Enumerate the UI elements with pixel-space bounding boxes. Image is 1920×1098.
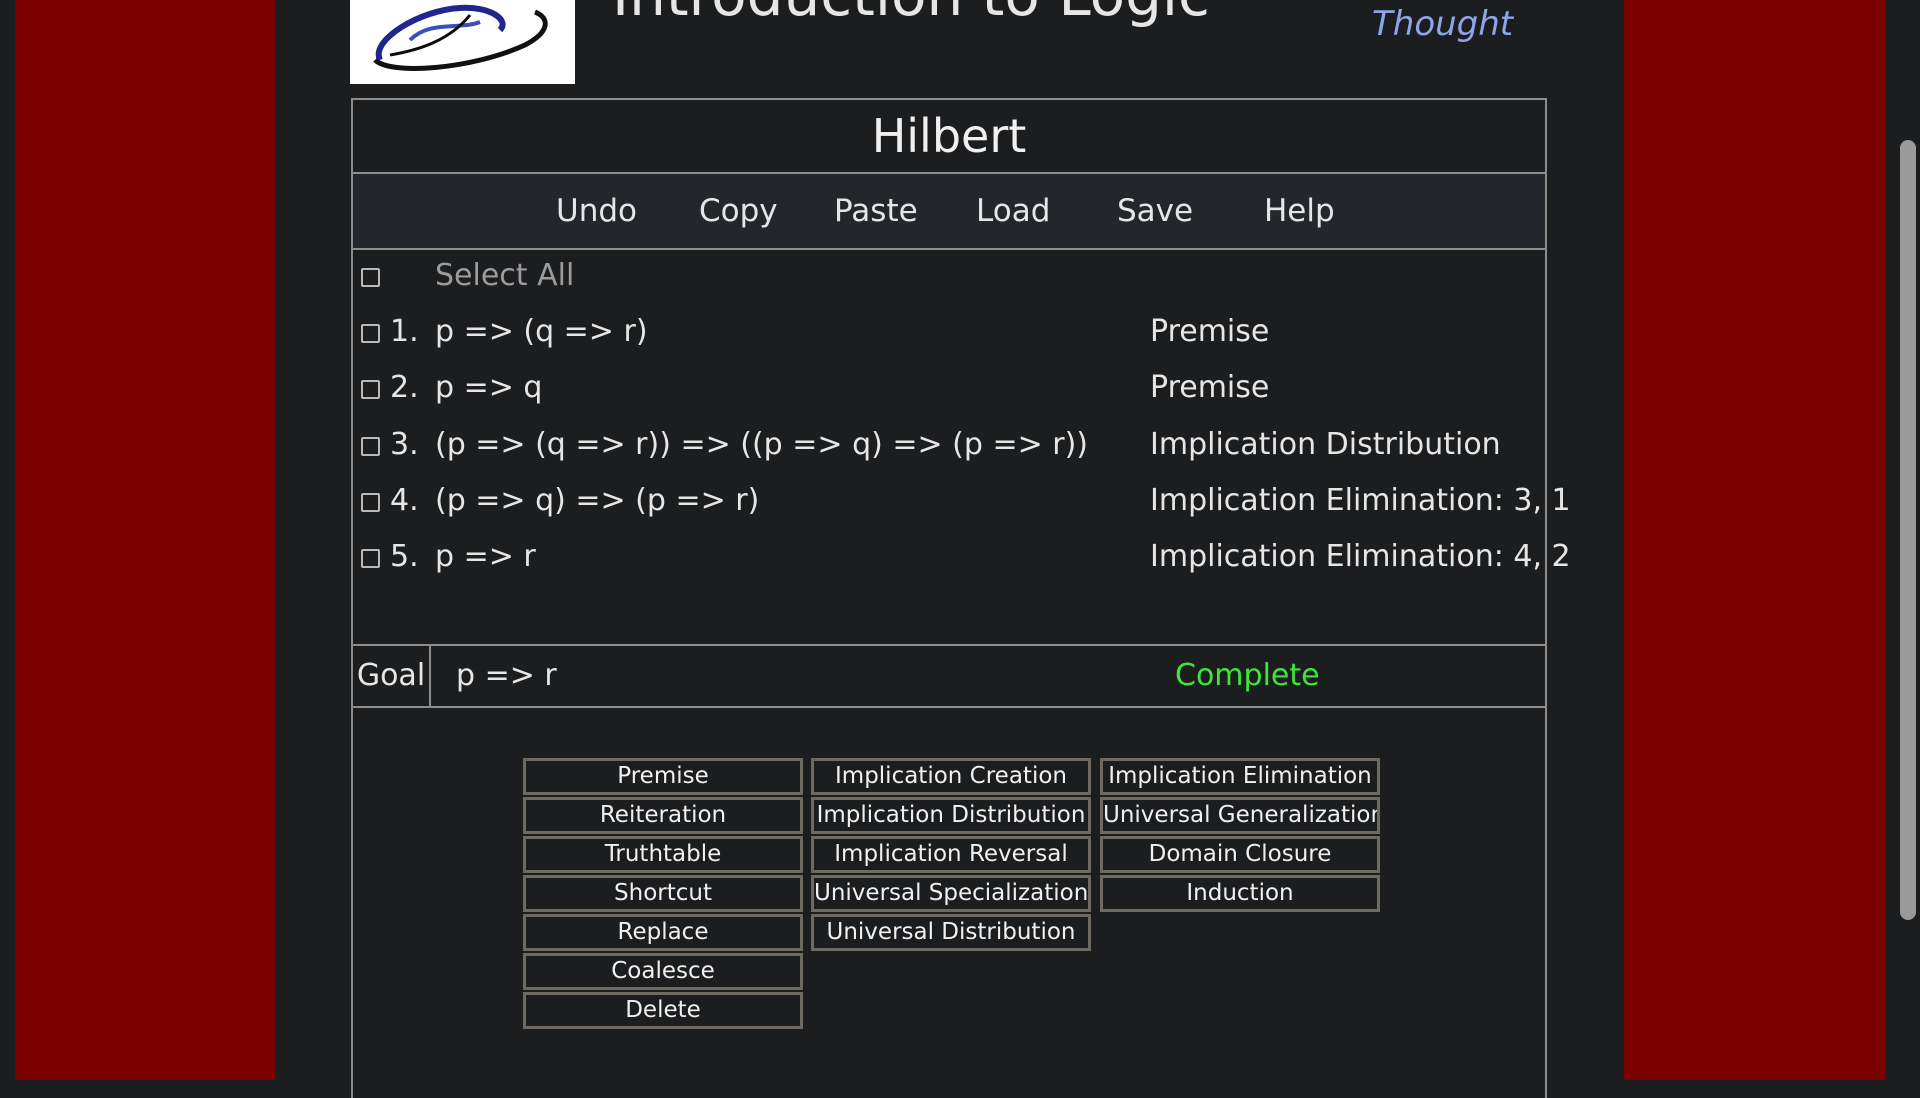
universal-specialization-button[interactable]: Universal Specialization	[811, 875, 1091, 912]
copy-button[interactable]: Copy	[699, 174, 778, 248]
row-number: 4.	[390, 483, 419, 518]
site-tagline: Thought	[1372, 4, 1514, 44]
induction-button[interactable]: Induction	[1100, 875, 1380, 912]
implication-distribution-button[interactable]: Implication Distribution	[811, 797, 1091, 834]
universal-generalization-button[interactable]: Universal Generalization	[1100, 797, 1380, 834]
row-formula: p => (q => r)	[435, 314, 648, 349]
paste-button[interactable]: Paste	[834, 174, 918, 248]
swirl-logo-icon	[373, 4, 548, 71]
row-checkbox[interactable]	[361, 549, 380, 568]
row-checkbox[interactable]	[361, 324, 380, 343]
row-justification: Implication Elimination: 3, 1	[1150, 483, 1571, 518]
site-title: Introduction to Logic	[612, 0, 1210, 24]
right-side-band	[1624, 0, 1885, 1080]
goal-label: Goal	[353, 646, 431, 706]
logo[interactable]	[350, 0, 575, 84]
coalesce-button[interactable]: Coalesce	[523, 953, 803, 990]
panel-title: Hilbert	[353, 100, 1545, 174]
row-number: 2.	[390, 370, 419, 405]
select-all-label[interactable]: Select All	[435, 258, 574, 293]
shortcut-button[interactable]: Shortcut	[523, 875, 803, 912]
select-all-checkbox[interactable]	[361, 268, 380, 287]
row-justification: Implication Distribution	[1150, 427, 1501, 462]
row-checkbox[interactable]	[361, 437, 380, 456]
implication-creation-button[interactable]: Implication Creation	[811, 758, 1091, 795]
left-side-band	[15, 0, 275, 1080]
row-formula: p => r	[435, 539, 536, 574]
save-button[interactable]: Save	[1117, 174, 1193, 248]
reiteration-button[interactable]: Reiteration	[523, 797, 803, 834]
proof-area: Select All 1. p => (q => r) Premise 2. p…	[353, 250, 1571, 646]
scrollbar-thumb[interactable]	[1900, 140, 1916, 920]
help-button[interactable]: Help	[1264, 174, 1335, 248]
row-number: 5.	[390, 539, 419, 574]
row-checkbox[interactable]	[361, 493, 380, 512]
universal-distribution-button[interactable]: Universal Distribution	[811, 914, 1091, 951]
hilbert-panel: Hilbert Undo Copy Paste Load Save Help S…	[351, 98, 1571, 1098]
toolbar: Undo Copy Paste Load Save Help	[353, 174, 1545, 250]
row-formula: (p => q) => (p => r)	[435, 483, 760, 518]
row-number: 1.	[390, 314, 419, 349]
load-button[interactable]: Load	[976, 174, 1050, 248]
implication-reversal-button[interactable]: Implication Reversal	[811, 836, 1091, 873]
row-number: 3.	[390, 427, 419, 462]
delete-button[interactable]: Delete	[523, 992, 803, 1029]
row-justification: Implication Elimination: 4, 2	[1150, 539, 1571, 574]
row-checkbox[interactable]	[361, 380, 380, 399]
row-justification: Premise	[1150, 314, 1270, 349]
implication-elimination-button[interactable]: Implication Elimination	[1100, 758, 1380, 795]
rule-buttons: Premise Reiteration Truthtable Shortcut …	[353, 708, 1545, 1068]
premise-button[interactable]: Premise	[523, 758, 803, 795]
row-formula: (p => (q => r)) => ((p => q) => (p => r)…	[435, 427, 1088, 462]
goal-status: Complete	[1175, 658, 1320, 693]
row-justification: Premise	[1150, 370, 1270, 405]
row-formula: p => q	[435, 370, 543, 405]
replace-button[interactable]: Replace	[523, 914, 803, 951]
undo-button[interactable]: Undo	[556, 174, 637, 248]
truthtable-button[interactable]: Truthtable	[523, 836, 803, 873]
goal-formula[interactable]: p => r	[456, 646, 557, 706]
domain-closure-button[interactable]: Domain Closure	[1100, 836, 1380, 873]
goal-bar: Goal p => r Complete	[353, 646, 1545, 708]
